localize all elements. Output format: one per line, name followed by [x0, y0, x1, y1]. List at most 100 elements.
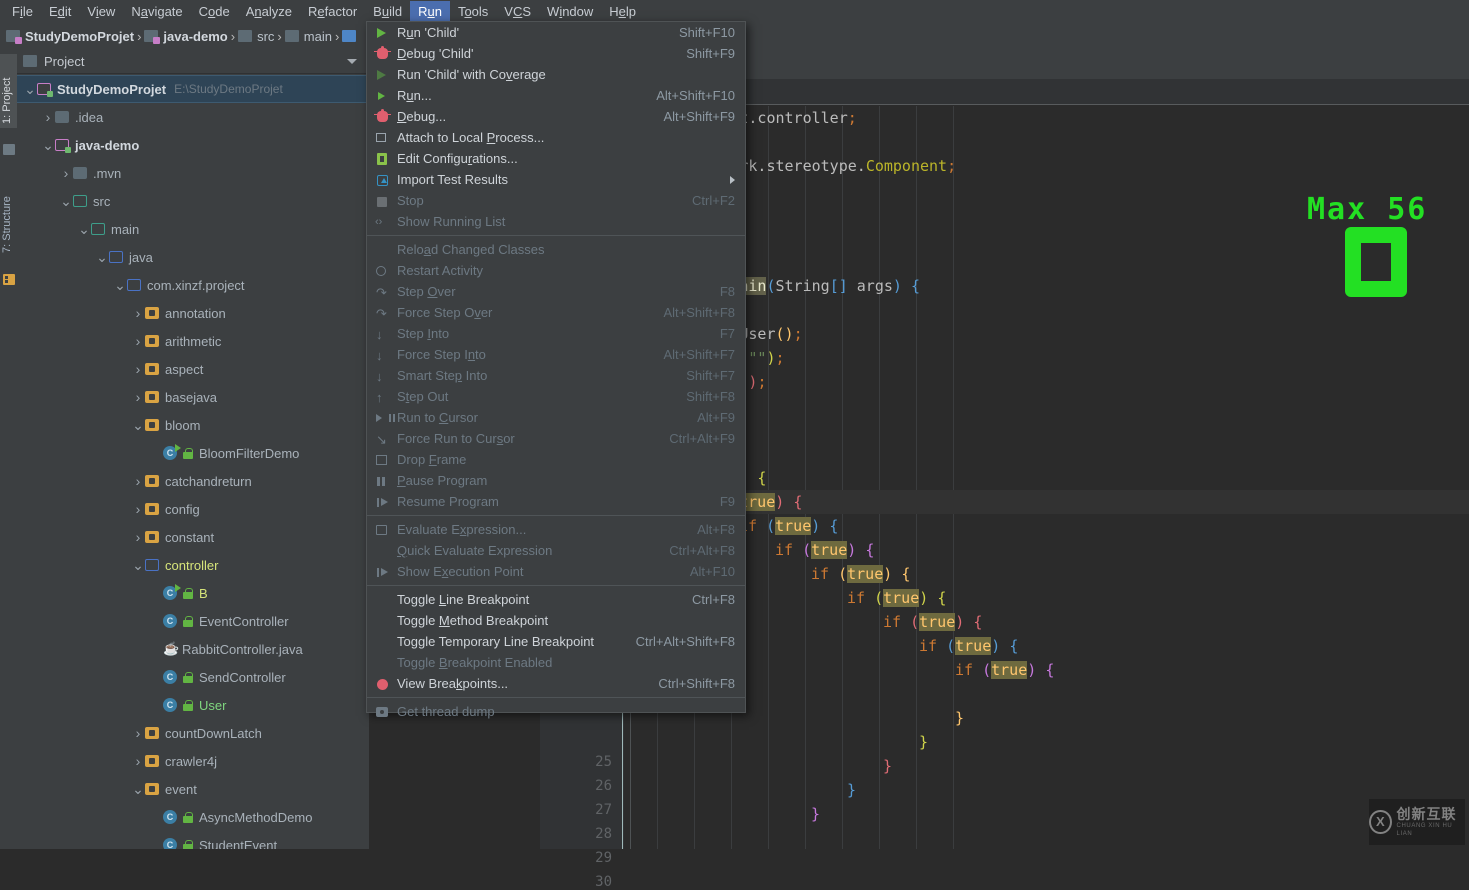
- menu-run[interactable]: Run: [410, 0, 450, 23]
- run-menu-item-toggle-method-breakpoint[interactable]: Toggle Method Breakpoint: [367, 610, 745, 631]
- chevron-right-icon[interactable]: ›: [59, 165, 73, 181]
- tree-item-asyncmethoddemo[interactable]: C AsyncMethodDemo: [17, 803, 369, 831]
- run-menu-item-import-test-results[interactable]: Import Test Results: [367, 169, 745, 190]
- tree-item--idea[interactable]: › .idea: [17, 103, 369, 131]
- run-menu-item-label: Toggle Breakpoint Enabled: [397, 655, 553, 670]
- chevron-right-icon[interactable]: ›: [131, 361, 145, 377]
- run-menu-item-get-thread-dump: Get thread dump: [367, 701, 745, 722]
- chevron-down-icon[interactable]: ⌄: [59, 194, 73, 208]
- tree-item-studydemoprojet[interactable]: ⌄ StudyDemoProjet E:\StudyDemoProjet: [17, 75, 369, 103]
- chevron-down-icon[interactable]: ⌄: [131, 782, 145, 796]
- run-menu-item-label: Import Test Results: [397, 172, 509, 187]
- tree-item-sendcontroller[interactable]: C SendController: [17, 663, 369, 691]
- camera-icon-glyph: [376, 706, 388, 717]
- chevron-down-icon[interactable]: [347, 58, 357, 64]
- run-menu-item-view-breakpoints[interactable]: View Breakpoints... Ctrl+Shift+F8: [367, 673, 745, 694]
- chevron-right-icon[interactable]: ›: [131, 305, 145, 321]
- edit-config-icon: [373, 152, 391, 166]
- chevron-right-icon[interactable]: ›: [131, 473, 145, 489]
- sidebar-tab-project[interactable]: 1: Project: [0, 54, 17, 128]
- project-tool-icon[interactable]: [3, 144, 15, 155]
- run-menu-dropdown[interactable]: Run 'Child' Shift+F10 Debug 'Child' Shift+F…: [366, 21, 746, 719]
- run-menu-item-toggle-temporary-line-breakpoint[interactable]: Toggle Temporary Line Breakpoint Ctrl+Alt…: [367, 631, 745, 652]
- menu-code[interactable]: Code: [191, 1, 238, 23]
- tree-item-config[interactable]: › config: [17, 495, 369, 523]
- tree-item-com-xinzf-project[interactable]: ⌄ com.xinzf.project: [17, 271, 369, 299]
- tree-item-user[interactable]: C User: [17, 691, 369, 719]
- chevron-right-icon[interactable]: ›: [131, 333, 145, 349]
- chevron-down-icon[interactable]: ⌄: [131, 558, 145, 572]
- breadcrumb-item-studydemoprojet[interactable]: StudyDemoProjet: [6, 29, 134, 44]
- chevron-right-icon[interactable]: ›: [131, 501, 145, 517]
- tree-item-basejava[interactable]: › basejava: [17, 383, 369, 411]
- chevron-down-icon[interactable]: ⌄: [131, 418, 145, 432]
- menu-navigate[interactable]: Navigate: [123, 1, 190, 23]
- tree-item-studentevent[interactable]: C StudentEvent: [17, 831, 369, 849]
- tree-item-crawler4j[interactable]: › crawler4j: [17, 747, 369, 775]
- menu-build[interactable]: Build: [365, 1, 410, 23]
- project-tree[interactable]: ⌄ StudyDemoProjet E:\StudyDemoProjet › .idea…: [17, 75, 369, 849]
- tree-item-aspect[interactable]: › aspect: [17, 355, 369, 383]
- chevron-down-icon[interactable]: ⌄: [113, 278, 127, 292]
- tree-item-arithmetic[interactable]: › arithmetic: [17, 327, 369, 355]
- menu-edit[interactable]: Edit: [41, 1, 79, 23]
- source-root-icon: [91, 223, 105, 235]
- tree-item-bloomfilterdemo[interactable]: C BloomFilterDemo: [17, 439, 369, 467]
- tree-item-rabbitcontroller-java[interactable]: ☕ RabbitController.java: [17, 635, 369, 663]
- run-menu-item-debug[interactable]: Debug... Alt+Shift+F9: [367, 106, 745, 127]
- run-menu-item-run--child--with-coverage[interactable]: Run 'Child' with Coverage: [367, 64, 745, 85]
- run-menu-item-run[interactable]: Run... Alt+Shift+F10: [367, 85, 745, 106]
- run-menu-item-attach-to-local-process[interactable]: Attach to Local Process...: [367, 127, 745, 148]
- tree-item-java-demo[interactable]: ⌄ java-demo: [17, 131, 369, 159]
- menu-file[interactable]: File: [4, 1, 41, 23]
- tree-item-main[interactable]: ⌄ main: [17, 215, 369, 243]
- tree-item-event[interactable]: ⌄ event: [17, 775, 369, 803]
- menu-view[interactable]: View: [79, 1, 123, 23]
- run-menu-item-reload-changed-classes: Reload Changed Classes: [367, 239, 745, 260]
- tree-item-constant[interactable]: › constant: [17, 523, 369, 551]
- chevron-down-icon[interactable]: ⌄: [41, 138, 55, 152]
- tree-item-eventcontroller[interactable]: C EventController: [17, 607, 369, 635]
- breadcrumb-label: main: [303, 28, 332, 44]
- run-menu-item-restart-activity: Restart Activity: [367, 260, 745, 281]
- run-menu-item-run--child[interactable]: Run 'Child' Shift+F10: [367, 22, 745, 43]
- chevron-right-icon[interactable]: ›: [131, 389, 145, 405]
- structure-tool-icon[interactable]: [3, 274, 15, 285]
- chevron-down-icon[interactable]: ⌄: [23, 82, 37, 96]
- chevron-right-icon[interactable]: ›: [131, 725, 145, 741]
- tree-item-countdownlatch[interactable]: › countDownLatch: [17, 719, 369, 747]
- evaluate-icon-glyph: [376, 524, 387, 535]
- tree-item-java[interactable]: ⌄ java: [17, 243, 369, 271]
- run-menu-item-label: Reload Changed Classes: [397, 242, 545, 257]
- menu-vcs[interactable]: VCS: [496, 1, 539, 23]
- tree-item-b[interactable]: CB: [17, 579, 369, 607]
- menu-analyze[interactable]: Analyze: [238, 1, 300, 23]
- tree-item--mvn[interactable]: › .mvn: [17, 159, 369, 187]
- breadcrumb-item-main[interactable]: main: [284, 28, 332, 44]
- breadcrumb-item-java-demo[interactable]: java-demo: [144, 29, 228, 44]
- tree-item-bloom[interactable]: ⌄ bloom: [17, 411, 369, 439]
- chevron-down-icon[interactable]: ⌄: [77, 222, 91, 236]
- tree-item-controller[interactable]: ⌄ controller: [17, 551, 369, 579]
- run-menu-item-toggle-line-breakpoint[interactable]: Toggle Line Breakpoint Ctrl+F8: [367, 589, 745, 610]
- step-out-icon: ↑: [373, 390, 391, 404]
- menu-window[interactable]: Window: [539, 1, 601, 23]
- tree-item-src[interactable]: ⌄ src: [17, 187, 369, 215]
- menu-help[interactable]: Help: [601, 1, 644, 23]
- tree-item-annotation[interactable]: › annotation: [17, 299, 369, 327]
- sidebar-tab-structure[interactable]: 7: Structure: [0, 169, 17, 257]
- run-to-cursor-icon: [373, 411, 391, 425]
- tree-item-catchandreturn[interactable]: › catchandreturn: [17, 467, 369, 495]
- chevron-down-icon[interactable]: ⌄: [95, 250, 109, 264]
- run-menu-item-debug--child[interactable]: Debug 'Child' Shift+F9: [367, 43, 745, 64]
- breadcrumb-item-src[interactable]: src: [238, 29, 274, 44]
- run-menu-item-shortcut: Shift+F7: [686, 368, 735, 383]
- chevron-right-icon[interactable]: ›: [131, 753, 145, 769]
- chevron-right-icon[interactable]: ›: [41, 109, 55, 125]
- run-menu-item-edit-configurations[interactable]: Edit Configurations...: [367, 148, 745, 169]
- breadcrumb-item-folder[interactable]: [342, 30, 357, 42]
- run-menu-item-shortcut: Ctrl+F2: [692, 193, 735, 208]
- menu-refactor[interactable]: Refactor: [300, 1, 365, 23]
- menu-tools[interactable]: Tools: [450, 1, 496, 23]
- chevron-right-icon[interactable]: ›: [131, 529, 145, 545]
